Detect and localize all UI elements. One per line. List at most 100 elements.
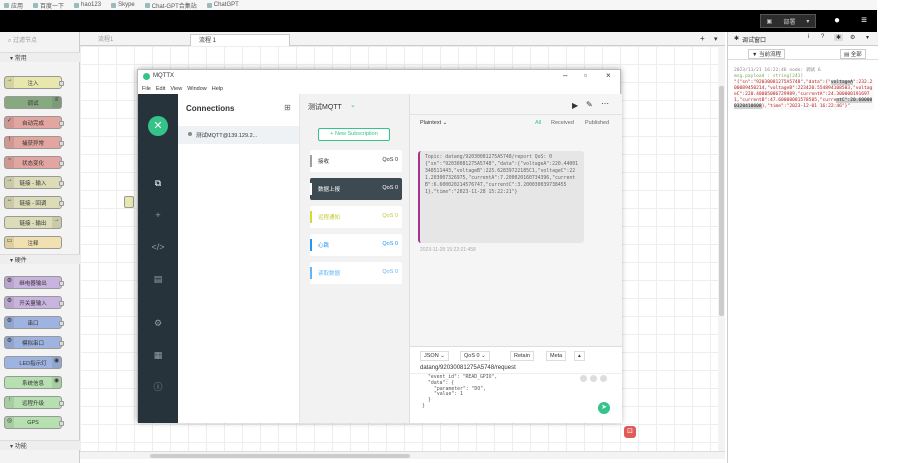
menu-file[interactable]: File	[142, 86, 151, 92]
retain-checkbox[interactable]: Retain	[510, 351, 534, 361]
scrollbar-thumb[interactable]	[150, 454, 410, 458]
subscription-item[interactable]: 远程通知 QoS 0	[310, 206, 402, 228]
menu-edit[interactable]: Edit	[156, 86, 165, 92]
chevron-up-icon[interactable]: ▴	[574, 351, 585, 361]
deploy-button[interactable]: ▣ 部署 ▾	[760, 14, 816, 28]
settings-icon[interactable]: ⚙	[150, 316, 166, 330]
palette-node-link-in[interactable]: → 链接 - 输入	[4, 176, 64, 189]
debug-clear-dropdown[interactable]: ▤ 全部	[840, 49, 866, 59]
payload-format-select[interactable]: JSON ⌄	[420, 351, 449, 361]
subscription-qos: QoS 0	[382, 157, 398, 163]
new-subscription-button[interactable]: + New Subscription	[318, 128, 390, 141]
payload-type-dropdown[interactable]: Plaintext ⌄	[420, 120, 447, 126]
menu-help[interactable]: Help	[212, 86, 223, 92]
tab-flow-1[interactable]: 流程1	[90, 34, 190, 46]
history-prev-icon[interactable]	[580, 375, 587, 382]
bookmark-apps[interactable]: 应用	[4, 1, 23, 10]
qos-select[interactable]: QoS 0 ⌄	[460, 351, 490, 361]
filter-received[interactable]: Received	[551, 120, 574, 126]
category-common[interactable]: ▾ 常用	[0, 52, 80, 62]
publish-topic-input[interactable]: datang/92030081275A5748/request	[420, 365, 516, 371]
add-tab-button[interactable]: +	[700, 34, 705, 43]
meta-button[interactable]: Meta	[546, 351, 567, 361]
edit-icon[interactable]: ✎	[586, 100, 593, 109]
palette-node-ota[interactable]: ↑ 远程升级	[4, 396, 64, 409]
add-icon[interactable]: +	[150, 208, 166, 222]
close-icon[interactable]: ×	[606, 71, 611, 80]
menu-window[interactable]: Window	[187, 86, 207, 92]
new-window-icon[interactable]: ⊞	[284, 103, 291, 112]
link-icon: →	[5, 177, 14, 188]
send-icon[interactable]: ➤	[598, 402, 610, 414]
scripts-icon[interactable]: ▦	[150, 348, 166, 362]
palette-node-status[interactable]: ~ 状态变化	[4, 156, 64, 169]
chevron-down-icon[interactable]: ⌄	[350, 101, 356, 109]
palette-node-led[interactable]: LED指示灯 ◉	[4, 356, 62, 369]
bookmark-hao123[interactable]: hao123	[74, 2, 101, 8]
gear-icon[interactable]: ⚙	[850, 34, 855, 41]
vertical-scrollbar[interactable]	[718, 46, 725, 451]
horizontal-scrollbar[interactable]	[80, 451, 725, 459]
palette-node-debug[interactable]: 调试 ≡	[4, 96, 62, 109]
publish-payload-editor[interactable]: "event_id": "READ_GPIO", "data": { "para…	[420, 375, 497, 410]
help-icon[interactable]: ?	[821, 34, 824, 40]
connections-icon[interactable]: ⧉	[150, 176, 166, 190]
category-hardware[interactable]: ▾ 硬件	[0, 254, 80, 264]
palette-node-inject[interactable]: → 注入	[4, 76, 64, 89]
serial-icon: ⚙	[5, 337, 14, 348]
palette-node-complete[interactable]: ✓ 自动完成	[4, 116, 64, 129]
message-bubble[interactable]: Topic: datang/92030081275A5748/report Qo…	[418, 151, 584, 243]
bookmark-skype[interactable]: Skype	[111, 2, 135, 8]
palette-node-link-out[interactable]: 链接 - 输出 →	[4, 216, 62, 229]
debug-icon[interactable]: ✱	[834, 34, 844, 41]
history-next-icon[interactable]	[600, 375, 607, 382]
more-icon[interactable]: ⋯	[601, 99, 609, 108]
palette-node-sysinfo[interactable]: 系统信息 ◉	[4, 376, 62, 389]
chevron-down-icon[interactable]: ▾	[866, 34, 869, 41]
subscription-item[interactable]: 读取数据 QoS 0	[310, 262, 402, 284]
subscription-item-active[interactable]: 数据上报 QoS 0	[310, 178, 402, 200]
bookmark-chatgpt-hub[interactable]: Chat-GPT合集站	[144, 1, 197, 10]
debug-node-label[interactable]: node: 调试 6	[789, 68, 820, 73]
palette-node-catch[interactable]: ! 捕获异常	[4, 136, 64, 149]
flow-node-fragment[interactable]	[124, 196, 134, 208]
maximize-icon[interactable]: ▫	[584, 71, 587, 80]
debug-message[interactable]: 2023/11/21 16:22:46 node: 调试 6 msg.paylo…	[734, 68, 874, 110]
palette-node-gps[interactable]: ◎ GPS	[4, 416, 64, 429]
deploy-label: 部署	[783, 19, 796, 26]
user-icon[interactable]: ●	[832, 15, 842, 27]
palette-node-switch-in[interactable]: ⚙ 开关量输入	[4, 296, 64, 309]
play-icon[interactable]: ▶	[572, 101, 578, 110]
palette-node-link-call[interactable]: ↔ 链接 - 回调	[4, 196, 64, 209]
palette-node-relay[interactable]: ⚙ 继电器输出	[4, 276, 64, 289]
palette-search-input[interactable]: ⌕ 过滤节点	[2, 35, 78, 45]
qos-label: QoS 0	[464, 353, 480, 359]
code-icon[interactable]: </>	[150, 240, 166, 254]
palette-node-soft-serial[interactable]: ⚙ 模拟串口	[4, 336, 64, 349]
scrollbar-thumb[interactable]	[719, 86, 724, 316]
debug-payload[interactable]: "{"sn":"92030081275A5748","data":{"volta…	[734, 80, 874, 110]
menu-view[interactable]: View	[170, 86, 182, 92]
filter-all[interactable]: All	[535, 120, 541, 126]
bookmark-baidu[interactable]: 百度一下	[33, 1, 64, 10]
subscription-item[interactable]: 接收 QoS 0	[310, 150, 402, 172]
tab-flow-2[interactable]: 流程 1	[190, 34, 290, 46]
tab-debug[interactable]: 调试窗口	[742, 35, 766, 44]
category-function[interactable]: ▾ 功能	[0, 440, 80, 450]
bookmark-chatgpt[interactable]: ChatGPT	[206, 2, 239, 8]
minimize-icon[interactable]: –	[563, 71, 567, 80]
debug-filter-dropdown[interactable]: ▼ 当前流程	[748, 49, 785, 59]
chevron-down-icon[interactable]: ▾	[806, 18, 809, 25]
tab-menu-button[interactable]: ▾	[714, 35, 718, 43]
palette-node-serial[interactable]: ⚙ 串口	[4, 316, 64, 329]
menu-icon[interactable]: ≡	[858, 15, 870, 27]
subscription-item[interactable]: 心跳 QoS 0	[310, 234, 402, 256]
palette-node-comment[interactable]: ▭ 注释	[4, 236, 62, 249]
connection-item[interactable]: 测试MQTT@139.129.2...	[178, 126, 299, 144]
log-icon[interactable]: ▤	[150, 272, 166, 286]
info-icon[interactable]: i	[808, 34, 809, 40]
filter-published[interactable]: Published	[585, 120, 609, 126]
notification-badge-icon[interactable]: ⊡	[624, 426, 636, 438]
history-reset-icon[interactable]	[590, 375, 597, 382]
about-icon[interactable]: ⓘ	[150, 380, 166, 394]
